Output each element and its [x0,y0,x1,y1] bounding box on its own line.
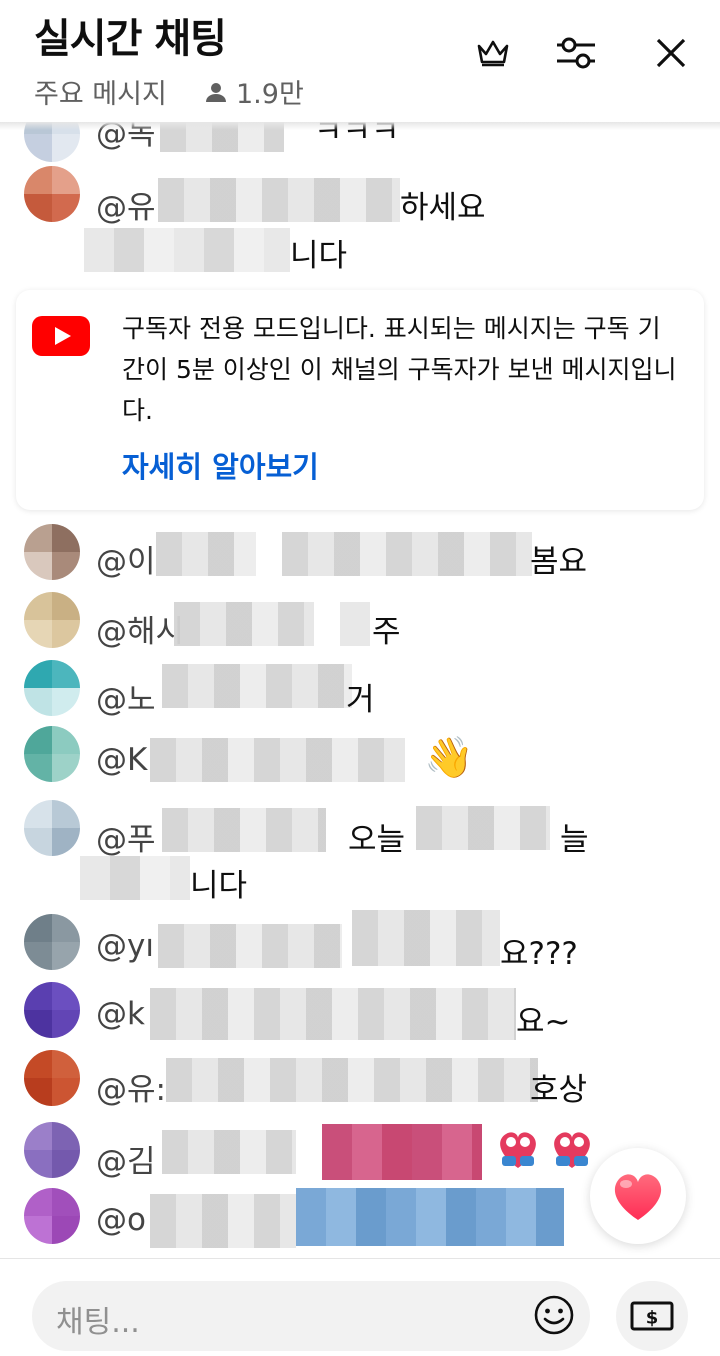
redacted-text [158,178,400,222]
heart-icon [614,1174,662,1220]
author-name[interactable]: @이 [96,536,156,581]
redacted-text [352,910,500,966]
header-divider [0,122,720,130]
redacted-text [174,602,314,646]
heart-eyes-emoji [554,1132,590,1168]
close-icon [656,38,686,68]
chat-mode-selector[interactable]: 주요 메시지 [34,72,167,111]
redacted-text [158,924,342,968]
avatar [24,800,80,856]
author-name[interactable]: @노 [96,674,156,719]
redacted-emoji-area [296,1188,564,1246]
redacted-text [162,808,326,852]
redacted-text [162,1130,296,1174]
author-name[interactable]: @K [96,742,147,778]
avatar [24,524,80,580]
message-text: 호상 [530,1072,588,1108]
chat-header: 실시간 채팅 주요 메시지 1.9만 [0,0,720,122]
viewer-count-value: 1.9만 [236,79,304,110]
avatar [24,914,80,970]
redacted-text [340,602,370,646]
redacted-text [150,1194,296,1248]
crown-icon [477,40,509,67]
close-button[interactable] [648,30,694,76]
author-name[interactable]: @유 [96,182,156,227]
sliders-icon [557,37,595,69]
redacted-text [150,738,405,782]
chat-message-list[interactable]: @독 ㅋㅋㅋ @유 하세요 니다 구독자 전용 모드입니다. 표시되는 메시지는… [0,110,720,1250]
chat-input-placeholder: 채팅... [56,1305,140,1340]
author-name[interactable]: @푸 [96,814,156,859]
message-text: 하세요 [400,190,486,226]
message-text-end: 늘 [560,822,589,858]
message-text-continued: 니다 [190,868,248,904]
crown-button[interactable] [470,30,516,76]
redacted-text [166,1058,538,1102]
redacted-text [416,806,550,850]
author-name[interactable]: @k [96,996,145,1032]
chat-composer: 채팅... $ [0,1258,720,1356]
redacted-text [80,856,190,900]
svg-text:$: $ [646,1308,659,1329]
message-text-continued: 니다 [290,238,348,274]
learn-more-link[interactable]: 자세히 알아보기 [122,444,319,486]
page-title: 실시간 채팅 [34,16,227,62]
author-name[interactable]: @해시 [96,606,184,651]
message-text: 주 [372,614,401,650]
redacted-text [156,532,256,576]
redacted-text [150,988,516,1040]
message-text: 요~ [516,1004,571,1040]
avatar [24,726,80,782]
avatar [24,660,80,716]
avatar [24,1122,80,1178]
author-name[interactable]: @yı [96,928,154,964]
author-name[interactable]: @유: [96,1064,166,1109]
avatar [24,592,80,648]
message-text: 오늘 [348,822,406,858]
message-text: 봄요 [530,544,588,580]
avatar [24,1050,80,1106]
emoji-smile-icon[interactable] [532,1293,576,1337]
redacted-text [282,532,532,576]
chat-input[interactable]: 채팅... [32,1281,590,1351]
heart-eyes-emoji [500,1132,536,1168]
subscriber-only-notice: 구독자 전용 모드입니다. 표시되는 메시지는 구독 기간이 5분 이상인 이 … [16,290,704,510]
super-chat-button[interactable]: $ [616,1281,688,1351]
filter-button[interactable] [553,30,599,76]
author-name[interactable]: @김 [96,1136,156,1181]
notice-text: 구독자 전용 모드입니다. 표시되는 메시지는 구독 기간이 5분 이상인 이 … [122,314,677,425]
youtube-logo [32,316,90,356]
heart-reaction-button[interactable] [590,1148,686,1244]
waving-hand-emoji: 👋 [424,735,474,781]
redacted-text [162,664,352,708]
redacted-text [84,228,290,272]
avatar [24,982,80,1038]
dollar-bill-icon: $ [630,1301,674,1331]
message-text: 거 [346,682,375,718]
viewer-count: 1.9만 [204,72,304,111]
avatar [24,1188,80,1244]
avatar [24,166,80,222]
author-name[interactable]: @o [96,1202,146,1238]
message-text: 요??? [500,936,578,972]
person-icon [206,82,226,102]
redacted-emoji-area [322,1124,482,1180]
